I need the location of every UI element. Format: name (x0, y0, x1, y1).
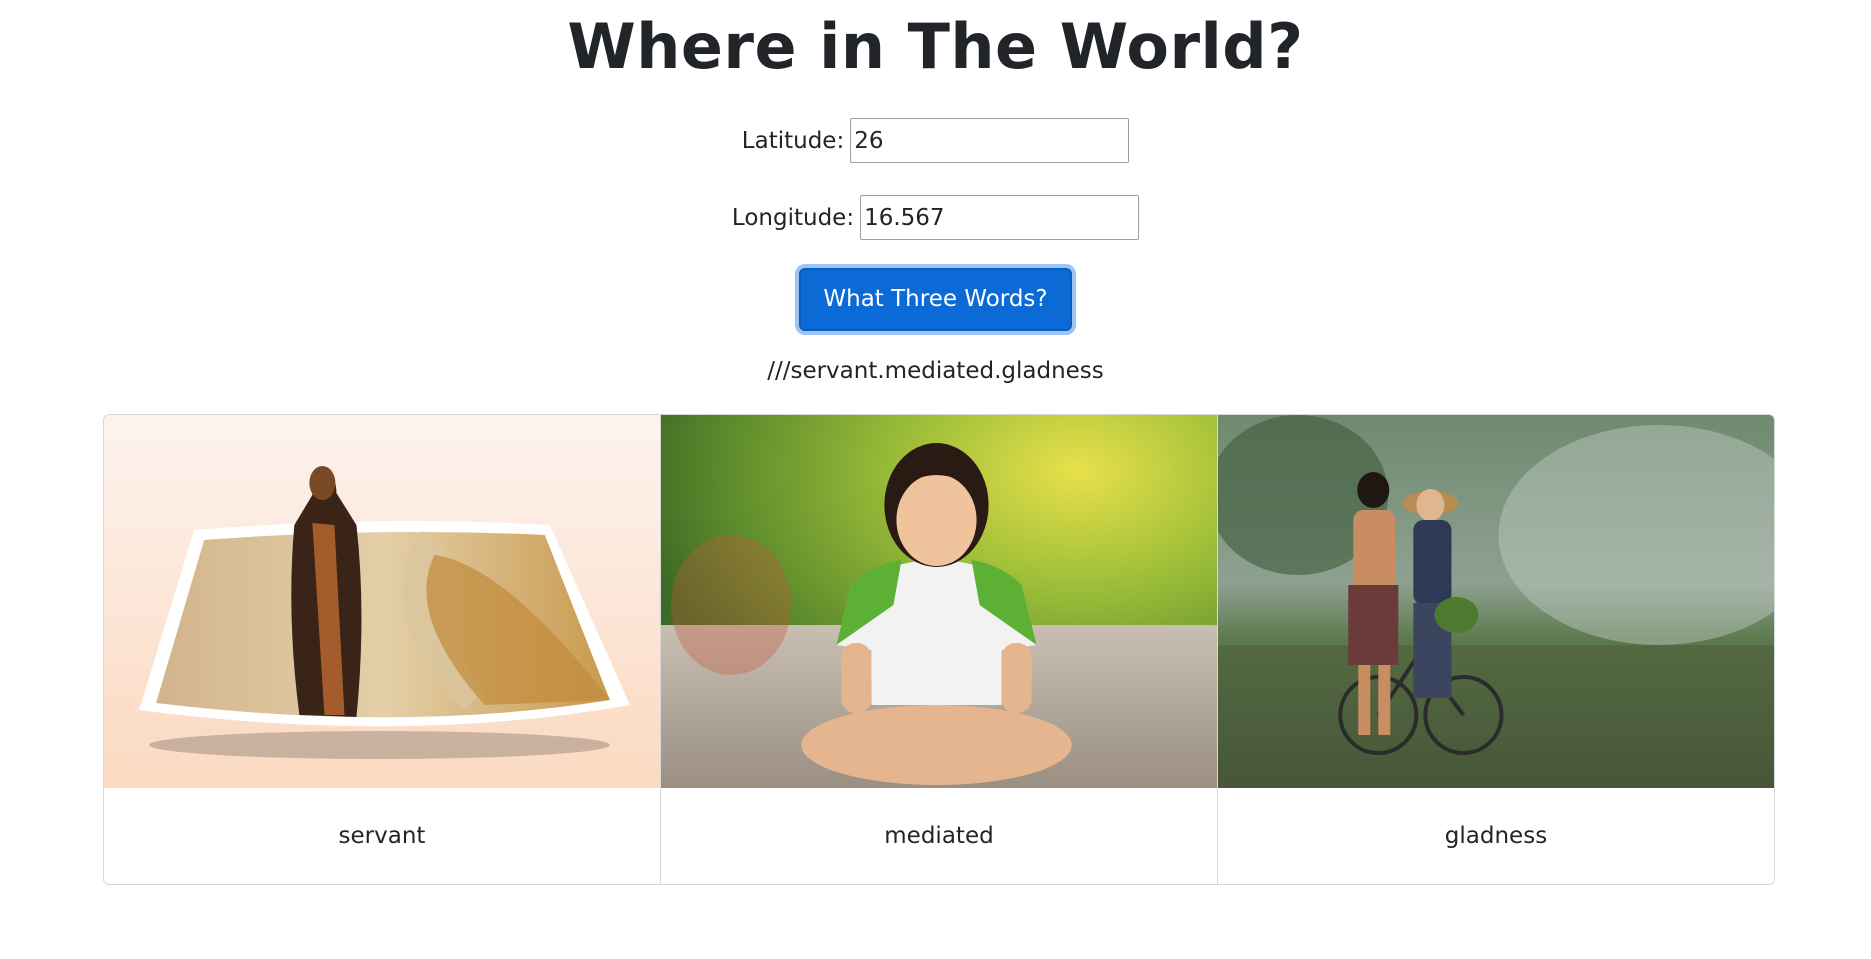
gladness-image (1218, 415, 1774, 788)
word-card-gladness: gladness (1218, 415, 1774, 884)
latitude-row: Latitude: (0, 118, 1871, 163)
page-title: Where in The World? (567, 10, 1304, 83)
longitude-row: Longitude: (0, 195, 1871, 240)
word-card-servant: servant (104, 415, 661, 884)
mediated-image (661, 415, 1217, 788)
longitude-input[interactable] (860, 195, 1140, 240)
word-card-mediated: mediated (661, 415, 1218, 884)
page: Where in The World? Latitude: Longitude:… (0, 0, 1871, 959)
latitude-label: Latitude: (741, 127, 845, 154)
servant-image (104, 415, 660, 788)
servant-label: servant (338, 823, 426, 849)
gladness-label: gladness (1444, 823, 1548, 849)
mediated-label: mediated (884, 823, 994, 849)
longitude-label: Longitude: (731, 204, 855, 231)
three-word-address: ///servant.mediated.gladness (767, 358, 1104, 384)
submit-wrap: What Three Words? (0, 268, 1871, 331)
word-card-group: servant mediated gladness (103, 414, 1775, 885)
latitude-input[interactable] (850, 118, 1130, 163)
what-three-words-button[interactable]: What Three Words? (799, 268, 1072, 331)
